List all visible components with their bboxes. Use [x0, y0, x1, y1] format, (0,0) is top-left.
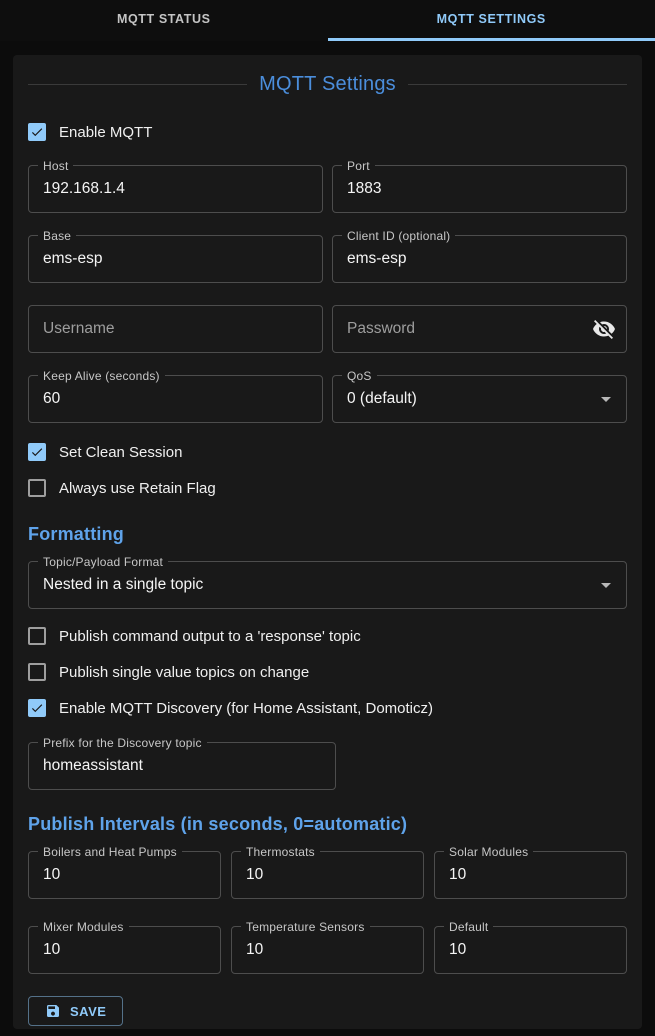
host-field[interactable]: Host 192.168.1.4 [28, 165, 323, 213]
keep-alive-field-value: 60 [43, 390, 60, 408]
clean-session-label[interactable]: Set Clean Session [59, 444, 182, 461]
password-field[interactable]: Password [332, 305, 627, 353]
client-id-field-label: Client ID (optional) [342, 229, 455, 243]
dropdown-arrow-icon [594, 573, 618, 602]
divider-line [408, 84, 627, 85]
discovery-prefix-field-value: homeassistant [43, 757, 143, 775]
base-field[interactable]: Base ems-esp [28, 235, 323, 283]
interval-default-field[interactable]: Default 10 [434, 926, 627, 974]
tab-mqtt-settings[interactable]: MQTT SETTINGS [328, 0, 655, 41]
interval-boilers-field[interactable]: Boilers and Heat Pumps 10 [28, 851, 221, 899]
tab-mqtt-settings-label: MQTT SETTINGS [437, 12, 546, 26]
qos-select-label: QoS [342, 369, 377, 383]
publish-single-checkbox[interactable] [28, 663, 46, 681]
toggle-password-visibility-button[interactable] [592, 317, 616, 344]
clean-session-checkbox[interactable] [28, 443, 46, 461]
username-field-placeholder: Username [43, 320, 115, 338]
clean-session-row: Set Clean Session [28, 440, 627, 464]
port-field-value: 1883 [347, 180, 381, 198]
interval-default-value: 10 [449, 941, 466, 959]
checkmark-icon [30, 445, 44, 459]
client-id-field[interactable]: Client ID (optional) ems-esp [332, 235, 627, 283]
publish-single-label[interactable]: Publish single value topics on change [59, 664, 309, 681]
enable-mqtt-row: Enable MQTT [28, 120, 627, 144]
enable-mqtt-checkbox[interactable] [28, 123, 46, 141]
publish-intervals-heading: Publish Intervals (in seconds, 0=automat… [28, 814, 627, 835]
mqtt-settings-card: MQTT Settings Enable MQTT Host 192.168.1… [13, 55, 642, 1029]
interval-mixer-value: 10 [43, 941, 60, 959]
discovery-label[interactable]: Enable MQTT Discovery (for Home Assistan… [59, 700, 433, 717]
discovery-row: Enable MQTT Discovery (for Home Assistan… [28, 696, 627, 720]
topic-format-select[interactable]: Topic/Payload Format Nested in a single … [28, 561, 627, 609]
interval-solar-field[interactable]: Solar Modules 10 [434, 851, 627, 899]
username-field[interactable]: Username [28, 305, 323, 353]
interval-boilers-label: Boilers and Heat Pumps [38, 845, 182, 859]
formatting-heading: Formatting [28, 524, 627, 545]
discovery-checkbox[interactable] [28, 699, 46, 717]
dropdown-arrow-icon [594, 387, 618, 416]
qos-select[interactable]: QoS 0 (default) [332, 375, 627, 423]
tab-mqtt-status[interactable]: MQTT STATUS [0, 0, 328, 41]
retain-flag-checkbox[interactable] [28, 479, 46, 497]
interval-mixer-label: Mixer Modules [38, 920, 129, 934]
publish-response-label[interactable]: Publish command output to a 'response' t… [59, 628, 361, 645]
interval-temperature-label: Temperature Sensors [241, 920, 370, 934]
keep-alive-field[interactable]: Keep Alive (seconds) 60 [28, 375, 323, 423]
host-field-value: 192.168.1.4 [43, 180, 125, 198]
save-icon [45, 1003, 61, 1019]
qos-select-value: 0 (default) [347, 390, 417, 408]
publish-response-row: Publish command output to a 'response' t… [28, 624, 627, 648]
tab-bar: MQTT STATUS MQTT SETTINGS [0, 0, 655, 41]
tab-mqtt-status-label: MQTT STATUS [117, 12, 211, 26]
interval-thermostats-field[interactable]: Thermostats 10 [231, 851, 424, 899]
port-field-label: Port [342, 159, 375, 173]
page-title: MQTT Settings [259, 73, 396, 96]
interval-temperature-field[interactable]: Temperature Sensors 10 [231, 926, 424, 974]
page-title-divider: MQTT Settings [28, 69, 627, 99]
base-field-value: ems-esp [43, 250, 102, 268]
enable-mqtt-label[interactable]: Enable MQTT [59, 124, 152, 141]
topic-format-select-value: Nested in a single topic [43, 576, 203, 594]
interval-temperature-value: 10 [246, 941, 263, 959]
publish-response-checkbox[interactable] [28, 627, 46, 645]
password-field-placeholder: Password [347, 320, 415, 338]
retain-flag-label[interactable]: Always use Retain Flag [59, 480, 216, 497]
checkmark-icon [30, 701, 44, 715]
interval-thermostats-label: Thermostats [241, 845, 320, 859]
checkmark-icon [30, 125, 44, 139]
interval-default-label: Default [444, 920, 493, 934]
divider-line [28, 84, 247, 85]
publish-single-row: Publish single value topics on change [28, 660, 627, 684]
visibility-off-icon [592, 317, 616, 341]
interval-thermostats-value: 10 [246, 866, 263, 884]
base-field-label: Base [38, 229, 76, 243]
client-id-field-value: ems-esp [347, 250, 406, 268]
retain-flag-row: Always use Retain Flag [28, 476, 627, 500]
interval-solar-label: Solar Modules [444, 845, 533, 859]
port-field[interactable]: Port 1883 [332, 165, 627, 213]
interval-mixer-field[interactable]: Mixer Modules 10 [28, 926, 221, 974]
interval-solar-value: 10 [449, 866, 466, 884]
discovery-prefix-field[interactable]: Prefix for the Discovery topic homeassis… [28, 742, 336, 790]
discovery-prefix-field-label: Prefix for the Discovery topic [38, 736, 207, 750]
save-button[interactable]: SAVE [28, 996, 123, 1026]
save-button-label: SAVE [70, 1004, 106, 1019]
interval-boilers-value: 10 [43, 866, 60, 884]
topic-format-select-label: Topic/Payload Format [38, 555, 168, 569]
keep-alive-field-label: Keep Alive (seconds) [38, 369, 165, 383]
host-field-label: Host [38, 159, 73, 173]
